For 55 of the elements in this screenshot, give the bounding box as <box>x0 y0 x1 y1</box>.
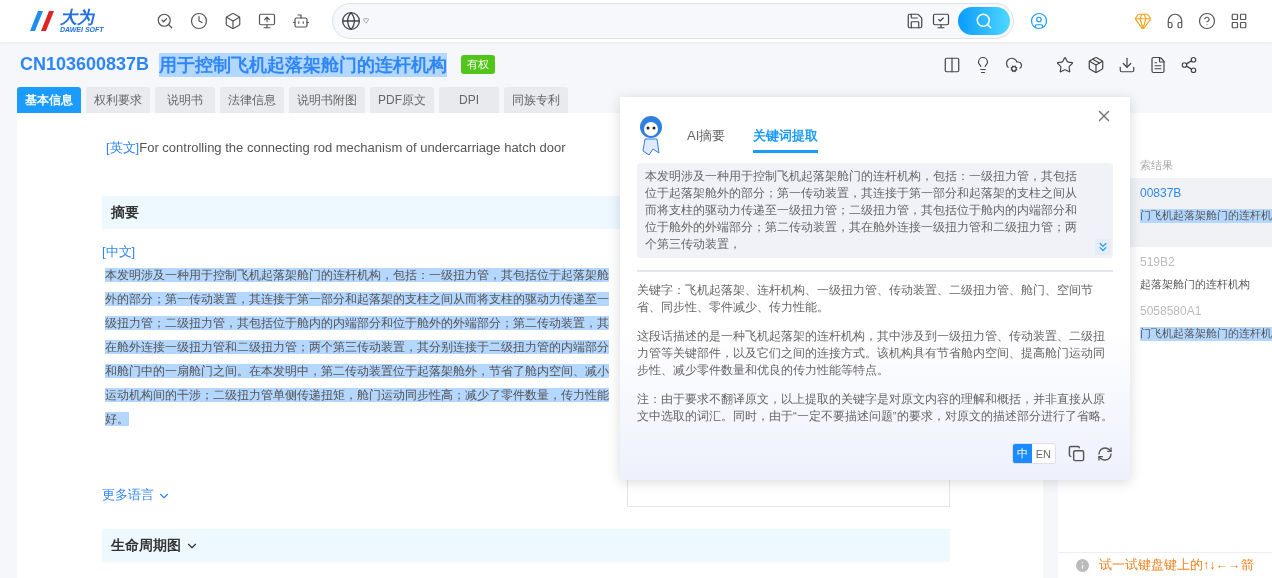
download-icon[interactable] <box>1118 55 1136 74</box>
screen-icon[interactable] <box>932 12 950 30</box>
logo-name: 大为 <box>60 9 96 26</box>
document-icon[interactable] <box>1149 55 1167 74</box>
result-title: 门飞机起落架舱门的连杆机 <box>1140 327 1272 341</box>
search-button[interactable] <box>958 7 1010 35</box>
tab[interactable]: 权利要求 <box>86 87 150 113</box>
cube-icon[interactable] <box>1087 55 1105 74</box>
headset-icon[interactable] <box>1166 12 1184 30</box>
search-icon <box>975 12 993 30</box>
result-number: 519B2 <box>1140 255 1175 269</box>
english-title: [英文]For controlling the connecting rod mechanism of undercarriage hatch door <box>105 139 567 157</box>
share-icon[interactable] <box>1180 55 1198 74</box>
tab[interactable]: 法律信息 <box>220 87 284 113</box>
more-languages-link[interactable]: 更多语言 <box>102 487 171 504</box>
keyboard-hint: 试一试键盘键上的↑↓←→箭 <box>1099 557 1254 574</box>
language-toggle[interactable]: EN <box>1031 444 1055 463</box>
star-icon[interactable] <box>1056 55 1074 74</box>
result-number: 5058580A1 <box>1140 304 1202 318</box>
result-number: 00837B <box>1140 186 1182 200</box>
status-badge: 有权 <box>461 55 496 74</box>
tab[interactable]: DPI <box>439 87 499 113</box>
save-icon[interactable] <box>906 12 924 30</box>
robot-icon[interactable] <box>292 12 310 30</box>
help-icon[interactable] <box>1198 12 1216 30</box>
chinese-tag[interactable]: [中文] <box>102 243 136 261</box>
double-chevron-icon <box>1096 240 1110 254</box>
globe-icon[interactable] <box>341 11 361 31</box>
search-history-icon[interactable] <box>156 12 174 30</box>
tab[interactable]: PDF原文 <box>370 87 434 113</box>
language-toggle[interactable]: 中 <box>1012 444 1032 463</box>
english-tag[interactable]: [英文] <box>106 140 140 155</box>
result-title: 门飞机起落架舱门的连杆机 <box>1140 209 1272 223</box>
cloud-icon[interactable] <box>1005 55 1023 74</box>
clock-icon[interactable] <box>190 12 208 30</box>
patent-title: 用于控制飞机起落架舱门的连杆机构 <box>159 52 448 77</box>
popup-tab[interactable]: 关键词提取 <box>753 127 819 153</box>
results-heading: 索结果 <box>1140 158 1173 173</box>
user-icon[interactable] <box>1030 12 1048 30</box>
tab[interactable]: 同族专利 <box>504 87 568 113</box>
copy-icon[interactable] <box>1068 445 1085 462</box>
tab[interactable]: 说明书附图 <box>289 87 365 113</box>
result-title: 起落架舱门的连杆机构 <box>1140 278 1250 292</box>
compare-icon[interactable] <box>943 55 961 74</box>
lifecycle-heading[interactable]: 生命周期图 <box>102 529 950 562</box>
refresh-icon[interactable] <box>1097 445 1113 462</box>
popup-tab[interactable]: AI摘要 <box>687 127 726 153</box>
keyword-paragraph: 注：由于要求不翻译原文，以上提取的关键字是对原文内容的理解和概括，并非直接从原文中选取的词汇。同时，由于“一定不要描述问题”的要求，对原文的描述部分进行了省略。 <box>637 392 1113 424</box>
search-field[interactable] <box>332 3 1014 39</box>
cube-icon[interactable] <box>224 12 242 30</box>
tab[interactable]: 说明书 <box>155 87 215 113</box>
mascot-icon <box>637 115 665 157</box>
patent-number: CN103600837B <box>20 54 150 75</box>
tab[interactable]: 基本信息 <box>17 87 81 113</box>
grid-icon[interactable] <box>1230 12 1248 30</box>
